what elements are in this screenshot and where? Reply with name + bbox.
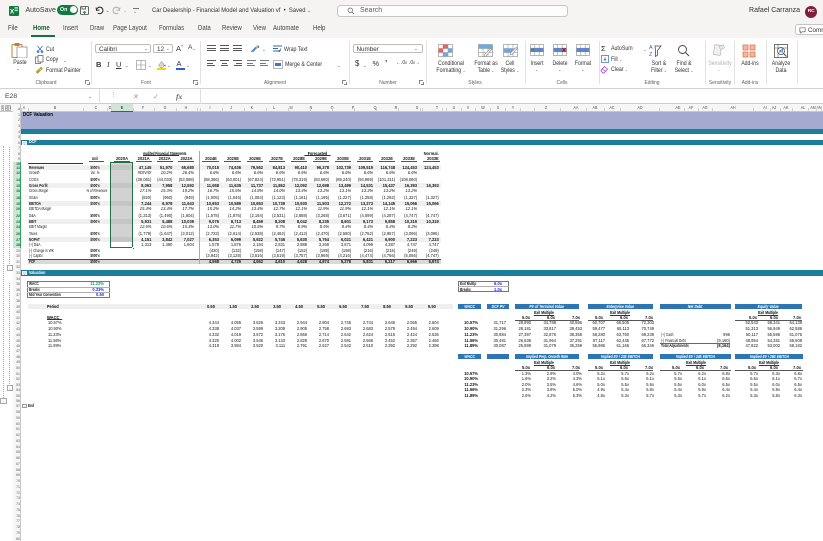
svg-text:A: A xyxy=(649,45,653,51)
svg-text:Z: Z xyxy=(649,52,653,58)
svg-text:X: X xyxy=(10,9,15,16)
